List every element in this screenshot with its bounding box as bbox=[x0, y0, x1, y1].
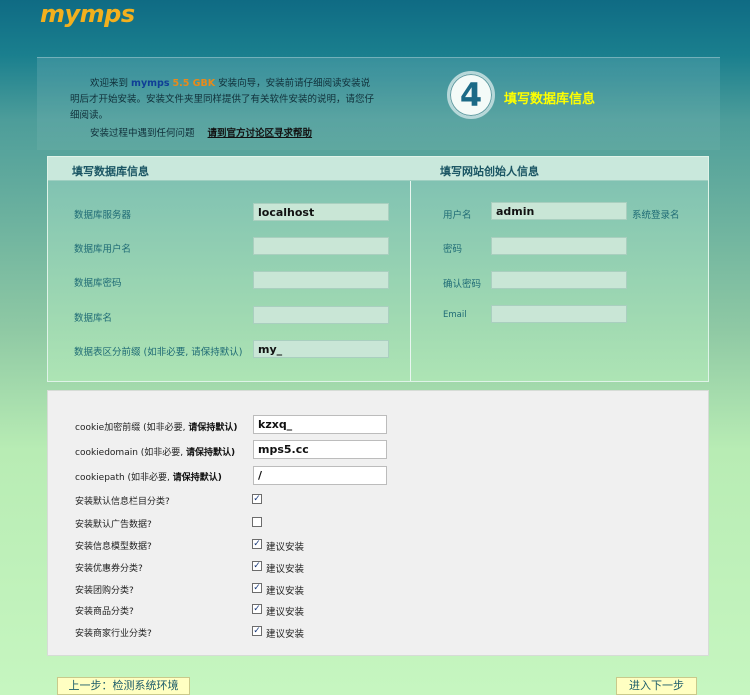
db-password-label: 数据库密码 bbox=[74, 278, 122, 289]
database-info-panel: 填写数据库信息 填写网站创始人信息 数据库服务器 localhost 数据库用户… bbox=[47, 156, 709, 382]
previous-step-button[interactable]: 上一步：检测系统环境 bbox=[57, 677, 190, 695]
step-number-badge: 4 bbox=[447, 71, 495, 119]
cookie-domain-label: cookiedomain (如非必要, 请保持默认) bbox=[75, 448, 236, 458]
admin-info-header: 填写网站创始人信息 bbox=[440, 165, 539, 178]
admin-username-note: 系统登录名 bbox=[632, 210, 680, 221]
intro-line2: 明后才开始安装。安装文件夹里同样提供了有关软件安装的说明，请您仔 bbox=[70, 94, 375, 105]
help-line: 安装过程中遇到任何问题 请到官方讨论区寻求帮助 bbox=[90, 125, 312, 139]
db-name-label: 数据库名 bbox=[74, 313, 113, 324]
welcome-panel: 欢迎来到 mymps 5.5 GBK 安装向导，安装前请仔细阅读安装说 明后才开… bbox=[37, 57, 720, 150]
intro-line3: 细阅读。 bbox=[70, 110, 109, 121]
welcome-intro: 欢迎来到 mymps 5.5 GBK 安装向导，安装前请仔细阅读安装说 明后才开… bbox=[70, 76, 415, 124]
admin-username-input[interactable]: admin bbox=[491, 202, 627, 220]
recommend-note: 建议安装 bbox=[266, 564, 305, 575]
step-title: 填写数据库信息 bbox=[504, 92, 596, 107]
db-user-label: 数据库用户名 bbox=[74, 244, 132, 255]
next-step-button[interactable]: 进入下一步 bbox=[616, 677, 697, 695]
option-label: 安装默认广告数据? bbox=[75, 520, 152, 530]
checkbox-info-models[interactable]: ✓ bbox=[252, 539, 262, 549]
admin-password-label: 密码 bbox=[443, 244, 463, 255]
option-label: 安装优惠券分类? bbox=[75, 564, 143, 574]
db-password-input[interactable] bbox=[253, 271, 389, 289]
mymps-logo: mymps bbox=[40, 0, 135, 28]
checkbox-goods-categories[interactable]: ✓ bbox=[252, 604, 262, 614]
version-label: 5.5 GBK bbox=[172, 78, 216, 89]
intro-prefix: 欢迎来到 bbox=[90, 78, 129, 89]
option-label: 安装商品分类? bbox=[75, 607, 134, 617]
help-text: 安装过程中遇到任何问题 bbox=[90, 128, 195, 139]
admin-confirm-input[interactable] bbox=[491, 271, 627, 289]
brand-name: mymps bbox=[131, 78, 170, 89]
checkbox-merchant-categories[interactable]: ✓ bbox=[252, 626, 262, 636]
admin-confirm-label: 确认密码 bbox=[443, 279, 482, 290]
recommend-note: 建议安装 bbox=[266, 542, 305, 553]
table-prefix-label: 数据表区分前缀 (如非必要, 请保持默认) bbox=[74, 347, 243, 358]
recommend-note: 建议安装 bbox=[266, 607, 305, 618]
recommend-note: 建议安装 bbox=[266, 586, 305, 597]
panel-header: 填写数据库信息 填写网站创始人信息 bbox=[48, 157, 708, 181]
db-info-header: 填写数据库信息 bbox=[72, 165, 149, 178]
option-label: 安装信息模型数据? bbox=[75, 542, 152, 552]
checkbox-default-ads[interactable] bbox=[252, 517, 262, 527]
db-name-input[interactable] bbox=[253, 306, 389, 324]
checkbox-coupon-categories[interactable]: ✓ bbox=[252, 561, 262, 571]
forum-help-link[interactable]: 请到官方讨论区寻求帮助 bbox=[208, 128, 313, 139]
admin-email-input[interactable] bbox=[491, 305, 627, 323]
admin-email-label: Email bbox=[443, 310, 467, 320]
db-server-label: 数据库服务器 bbox=[74, 210, 132, 221]
option-label: 安装商家行业分类? bbox=[75, 629, 152, 639]
admin-password-input[interactable] bbox=[491, 237, 627, 255]
table-prefix-input[interactable]: my_ bbox=[253, 340, 389, 358]
cookie-path-label: cookiepath (如非必要, 请保持默认) bbox=[75, 473, 222, 483]
recommend-note: 建议安装 bbox=[266, 629, 305, 640]
cookie-pre-label: cookie加密前缀 (如非必要, 请保持默认) bbox=[75, 423, 238, 433]
admin-username-label: 用户名 bbox=[443, 210, 472, 221]
option-label: 安装默认信息栏目分类? bbox=[75, 497, 170, 507]
cookie-path-input[interactable]: / bbox=[253, 466, 387, 485]
cookie-pre-input[interactable]: kzxq_ bbox=[253, 415, 387, 434]
intro-line1-suffix: 安装向导，安装前请仔细阅读安装说 bbox=[218, 78, 371, 89]
db-server-input[interactable]: localhost bbox=[253, 203, 389, 221]
db-user-input[interactable] bbox=[253, 237, 389, 255]
cookie-domain-input[interactable]: mps5.cc bbox=[253, 440, 387, 459]
checkbox-groupbuy-categories[interactable]: ✓ bbox=[252, 583, 262, 593]
checkbox-default-categories[interactable]: ✓ bbox=[252, 494, 262, 504]
panel-divider bbox=[410, 181, 411, 381]
install-options-panel: cookie加密前缀 (如非必要, 请保持默认) kzxq_ cookiedom… bbox=[47, 390, 709, 656]
option-label: 安装团购分类? bbox=[75, 586, 134, 596]
